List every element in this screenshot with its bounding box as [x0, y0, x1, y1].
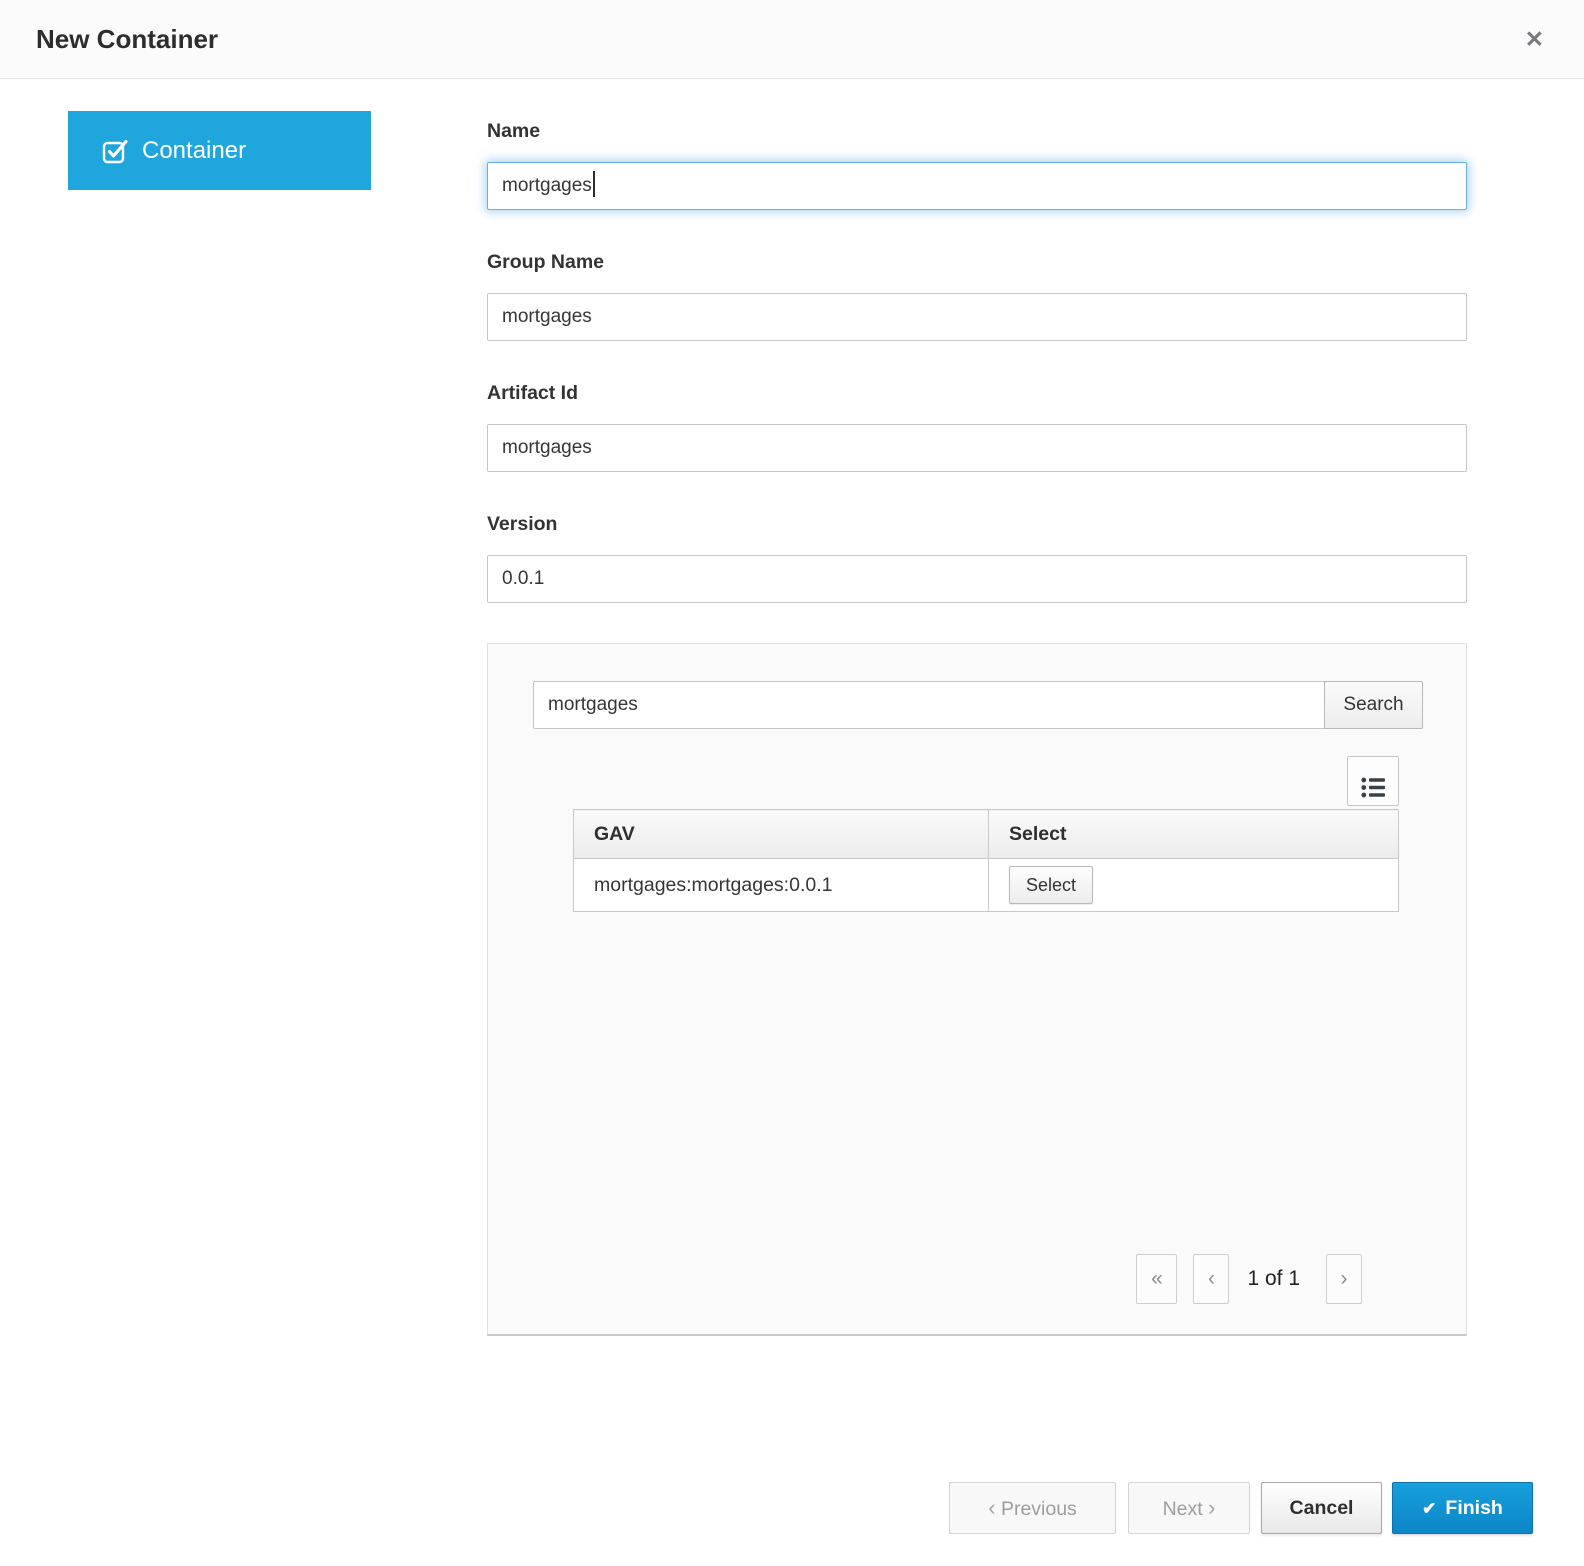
name-field: Name mortgages: [487, 119, 1467, 210]
group-name-label: Group Name: [487, 250, 1467, 274]
angle-right-icon: ›: [1208, 1495, 1215, 1520]
check-icon: ✔: [1422, 1499, 1436, 1518]
version-input[interactable]: [487, 555, 1467, 603]
artifact-id-field: Artifact Id: [487, 381, 1467, 472]
gav-column-header: GAV: [574, 810, 989, 859]
name-label: Name: [487, 119, 1467, 143]
finish-button[interactable]: ✔ Finish: [1392, 1482, 1533, 1534]
prev-page-button[interactable]: ‹: [1193, 1254, 1229, 1304]
angle-right-icon: ›: [1341, 1267, 1348, 1290]
list-view-button[interactable]: [1347, 756, 1399, 806]
search-row: Search: [533, 681, 1423, 729]
previous-button-label: Previous: [1001, 1498, 1077, 1520]
artifact-table-area: GAV Select mortgages:mortgages:0.0.1 Sel…: [573, 756, 1399, 912]
finish-button-label: Finish: [1445, 1497, 1502, 1519]
gav-cell: mortgages:mortgages:0.0.1: [574, 859, 989, 912]
select-button[interactable]: Select: [1009, 866, 1093, 904]
next-button-label: Next: [1163, 1498, 1203, 1520]
search-button[interactable]: Search: [1324, 681, 1423, 729]
name-input-value: mortgages: [502, 175, 592, 196]
artifact-search-panel: Search GAV Select: [487, 643, 1467, 1336]
group-name-field: Group Name: [487, 250, 1467, 341]
table-row: mortgages:mortgages:0.0.1 Select: [574, 859, 1399, 912]
pagination: « ‹ 1 of 1 ›: [1136, 1254, 1362, 1304]
wizard-step-container[interactable]: Container: [68, 111, 371, 190]
artifact-id-label: Artifact Id: [487, 381, 1467, 405]
gav-table: GAV Select mortgages:mortgages:0.0.1 Sel…: [573, 809, 1399, 912]
select-cell: Select: [989, 859, 1399, 912]
angle-left-icon: ‹: [988, 1495, 995, 1520]
angle-left-icon: ‹: [1208, 1267, 1215, 1290]
first-page-button[interactable]: «: [1136, 1254, 1177, 1304]
version-label: Version: [487, 512, 1467, 536]
text-cursor: [593, 171, 595, 197]
page-indicator: 1 of 1: [1247, 1267, 1300, 1291]
modal-header: New Container ✕: [0, 0, 1584, 79]
version-field: Version: [487, 512, 1467, 603]
list-icon: [1361, 776, 1386, 799]
container-form: Name mortgages Group Name Artifact Id Ve…: [487, 119, 1467, 1336]
close-button[interactable]: ✕: [1525, 28, 1544, 51]
next-page-button[interactable]: ›: [1326, 1254, 1362, 1304]
table-header-row: GAV Select: [574, 810, 1399, 859]
cancel-button[interactable]: Cancel: [1261, 1482, 1382, 1534]
next-button[interactable]: Next ›: [1128, 1482, 1250, 1534]
angle-double-left-icon: «: [1151, 1267, 1163, 1290]
wizard-step-label: Container: [142, 137, 246, 165]
artifact-id-input[interactable]: [487, 424, 1467, 472]
check-square-icon: [102, 137, 129, 165]
modal-title: New Container: [36, 24, 1525, 55]
artifact-search-input[interactable]: [533, 681, 1324, 729]
select-column-header: Select: [989, 810, 1399, 859]
group-name-input[interactable]: [487, 293, 1467, 341]
previous-button[interactable]: ‹ Previous: [949, 1482, 1116, 1534]
name-input[interactable]: mortgages: [487, 162, 1467, 210]
close-icon: ✕: [1525, 26, 1544, 52]
